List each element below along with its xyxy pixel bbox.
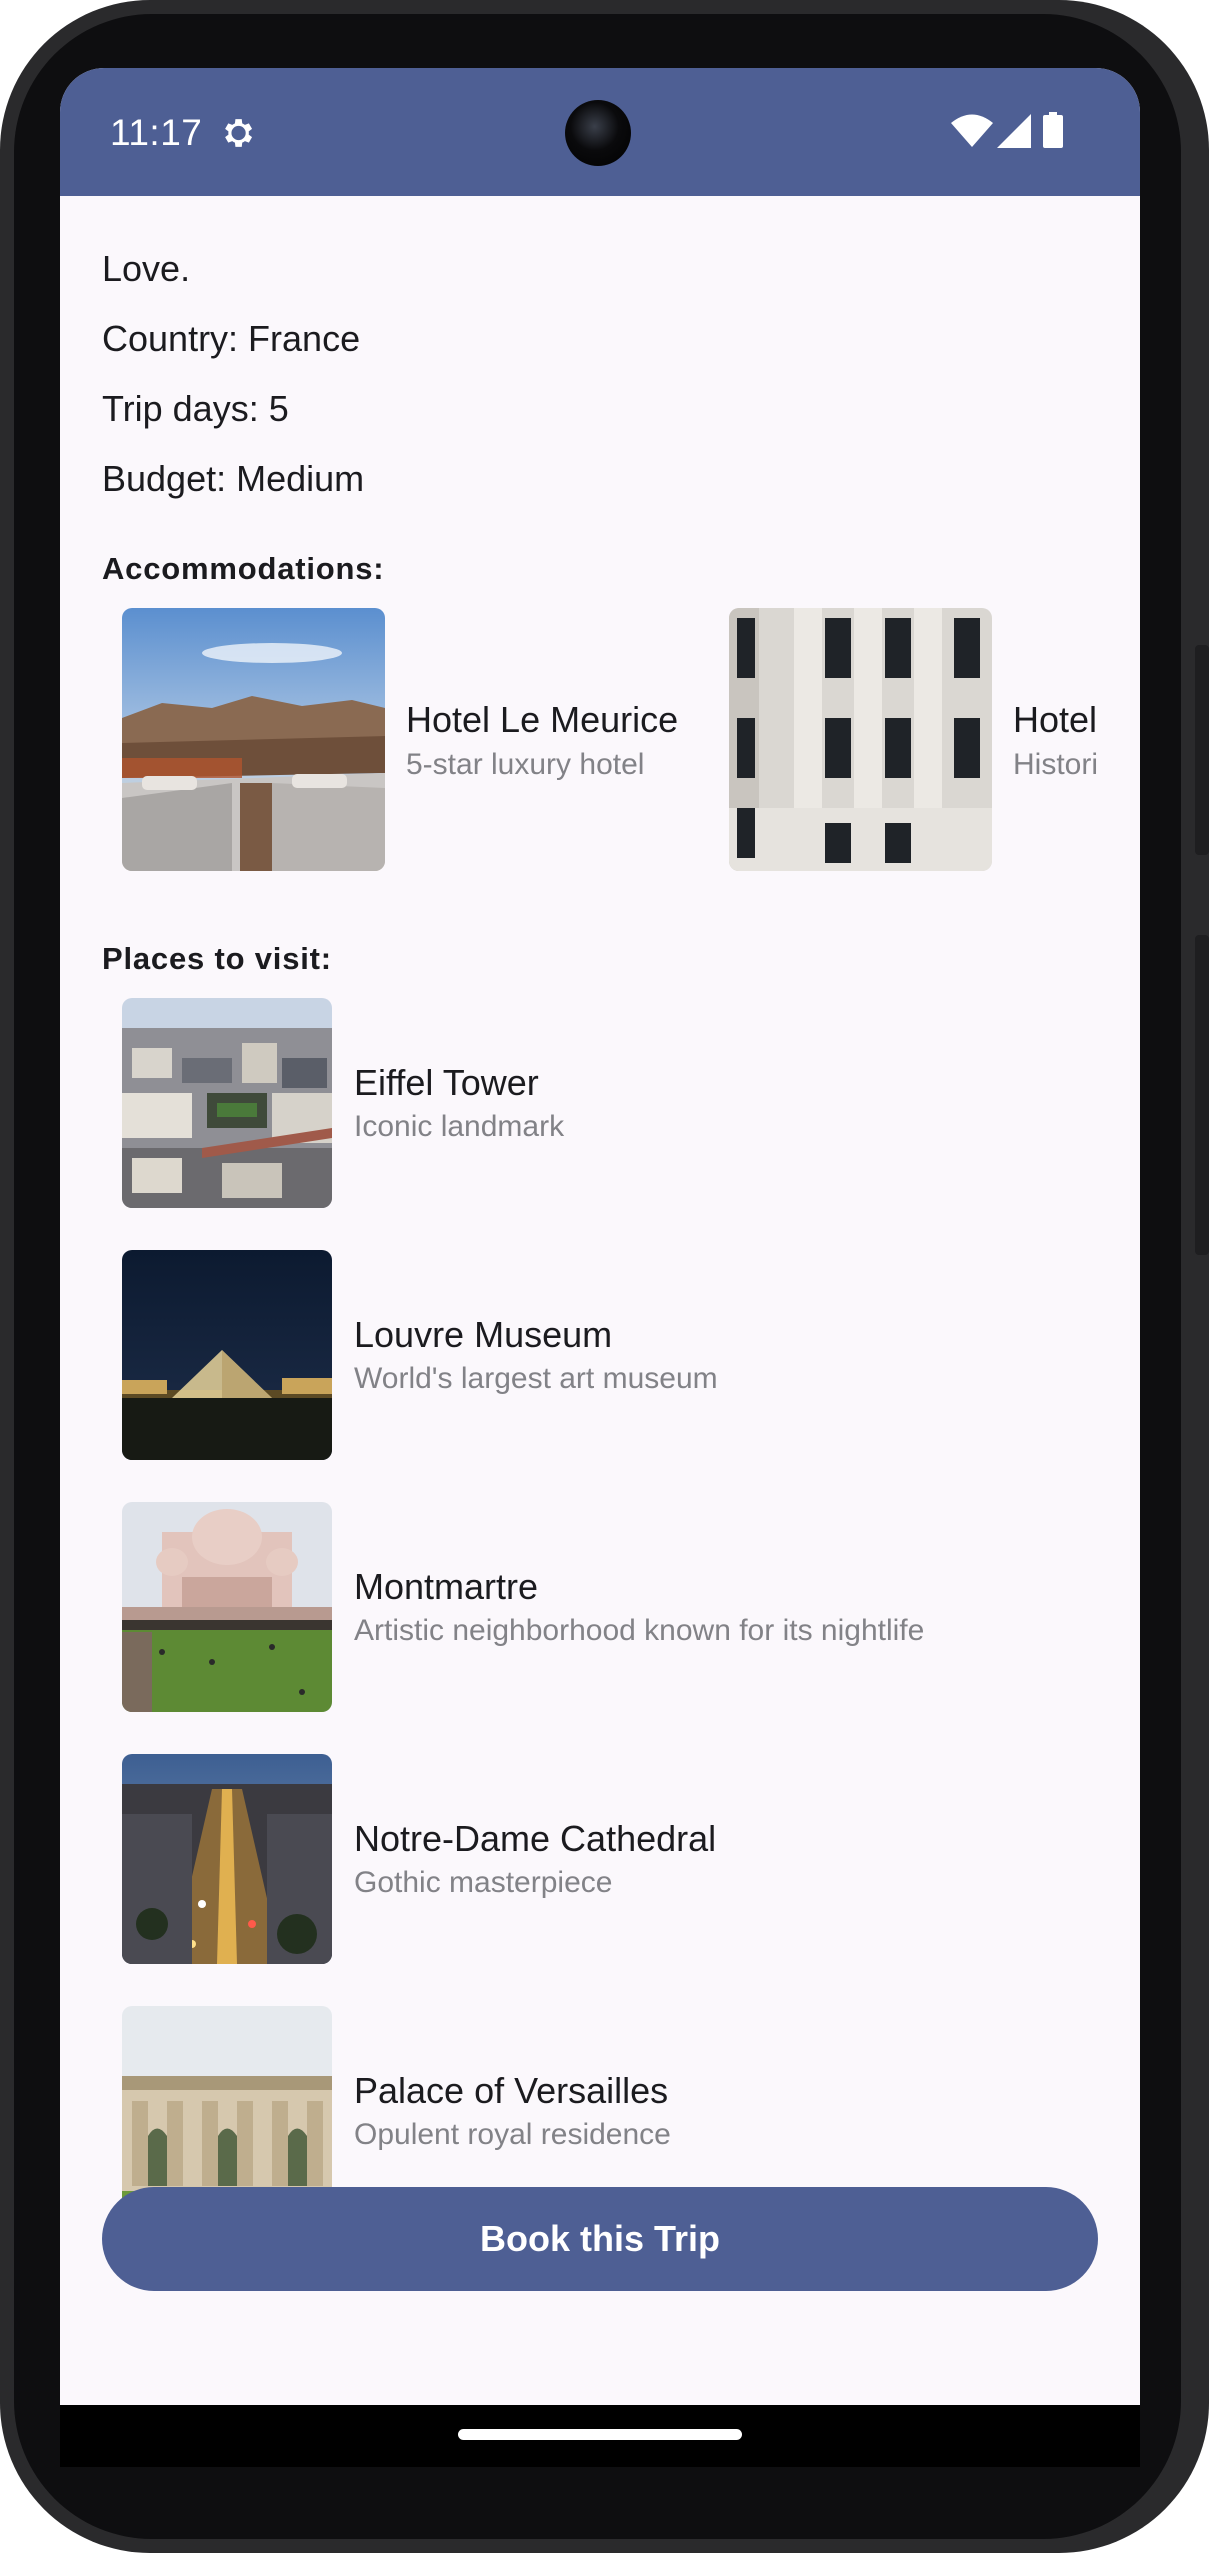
place-name: Montmartre [354, 1566, 539, 1607]
place-photo [122, 998, 332, 1208]
accommodation-card[interactable]: Hotel Histori [729, 608, 1100, 872]
wifi-icon [951, 114, 993, 148]
power-button [1195, 645, 1209, 855]
accommodations-list[interactable]: Hotel Le Meurice 5-star luxury hotel Hot… [60, 608, 1100, 888]
place-description: Artistic neighborhood known for its nigh… [354, 1614, 925, 1647]
accommodation-description: Histori [1013, 748, 1099, 781]
place-description: Gothic masterpiece [354, 1866, 613, 1899]
status-bar: 11:17 [60, 68, 1140, 196]
place-name: Palace of Versailles [354, 2070, 669, 2111]
place-item[interactable]: Notre-Dame Cathedral Gothic masterpiece [122, 1754, 1082, 1966]
place-photo [122, 1502, 332, 1712]
trip-country: Country: France [102, 318, 361, 359]
accommodation-description: 5-star luxury hotel [406, 748, 645, 781]
place-name: Eiffel Tower [354, 1062, 539, 1103]
place-name: Notre-Dame Cathedral [354, 1818, 717, 1859]
navigation-bar [60, 2405, 1140, 2467]
place-photo [122, 1754, 332, 1964]
hotel-photo [122, 608, 385, 871]
place-description: World's largest art museum [354, 1362, 718, 1395]
signal-icon [997, 114, 1031, 148]
place-photo [122, 2006, 332, 2216]
accommodation-name: Hotel Le Meurice [406, 699, 679, 740]
place-name: Louvre Museum [354, 1314, 613, 1355]
place-description: Opulent royal residence [354, 2118, 671, 2151]
place-item[interactable]: Eiffel Tower Iconic landmark [122, 998, 1082, 1210]
accommodation-name: Hotel [1013, 699, 1098, 740]
places-heading: Places to visit: [102, 941, 332, 976]
gear-icon [218, 114, 256, 152]
status-time: 11:17 [110, 112, 203, 153]
home-gesture-handle[interactable] [458, 2429, 742, 2440]
place-description: Iconic landmark [354, 1110, 565, 1143]
place-photo [122, 1250, 332, 1460]
place-item[interactable]: Louvre Museum World's largest art museum [122, 1250, 1082, 1462]
volume-button [1195, 935, 1209, 1255]
app-screen: 11:17 Love. Country: France Trip days: 5… [60, 68, 1140, 2413]
front-camera [565, 100, 631, 166]
accommodation-card[interactable]: Hotel Le Meurice 5-star luxury hotel [122, 608, 682, 872]
accommodations-heading: Accommodations: [102, 551, 385, 586]
place-item[interactable]: Montmartre Artistic neighborhood known f… [122, 1502, 1082, 1714]
trip-days: Trip days: 5 [102, 388, 289, 429]
trip-details: Love. Country: France Trip days: 5 Budge… [60, 196, 1140, 2413]
trip-budget: Budget: Medium [102, 458, 365, 499]
trip-title: Love. [102, 248, 191, 289]
hotel-photo [729, 608, 992, 871]
book-trip-button[interactable]: Book this Trip [102, 2187, 1098, 2291]
battery-icon [1043, 112, 1063, 148]
